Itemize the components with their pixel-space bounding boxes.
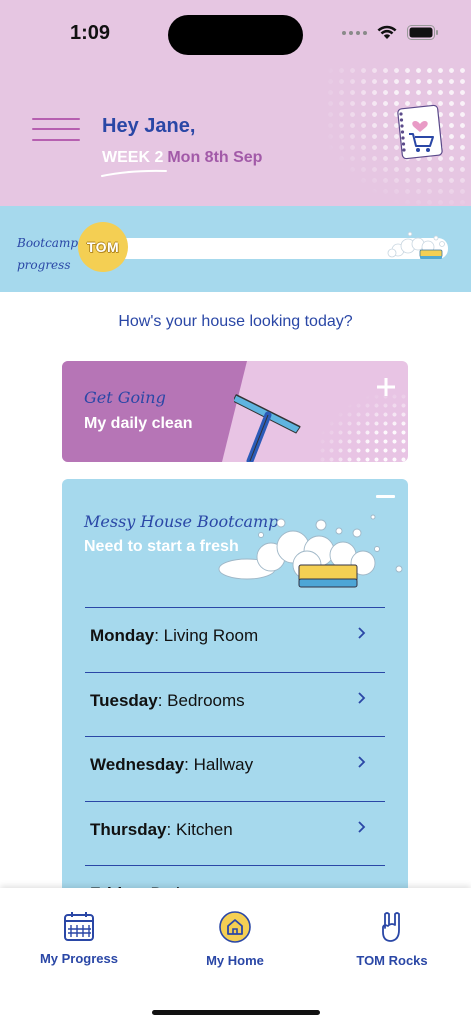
progress-label-line2: progress xyxy=(17,258,71,272)
house-question: How's your house looking today? xyxy=(118,313,353,330)
day-row-monday[interactable]: Monday: Living Room xyxy=(85,607,385,672)
day-row-wednesday[interactable]: Wednesday: Hallway xyxy=(85,736,385,801)
battery-icon xyxy=(407,25,438,40)
day-row-tuesday[interactable]: Tuesday: Bedrooms xyxy=(85,671,385,737)
progress-label-line1: Bootcamp xyxy=(17,236,79,250)
dynamic-island xyxy=(168,15,303,55)
chevron-right-icon xyxy=(358,627,366,639)
get-going-title: Get Going xyxy=(84,388,166,407)
card-dots-pattern xyxy=(318,392,408,462)
status-icons xyxy=(342,25,439,40)
get-going-subtitle: My daily clean xyxy=(84,415,193,432)
room-name: : Kitchen xyxy=(166,819,233,839)
chevron-right-icon xyxy=(358,820,366,833)
sponge-icon xyxy=(387,231,445,259)
chevron-right-icon xyxy=(358,691,366,704)
bootcamp-day-list: Monday: Living Room Tuesday: Bedrooms We… xyxy=(85,607,385,919)
home-icon xyxy=(219,911,251,943)
tom-badge-label: TOM xyxy=(86,239,120,255)
progress-label: Bootcamp progress xyxy=(17,232,78,276)
current-date: Mon 8th Sep xyxy=(167,149,263,166)
day-name: Thursday xyxy=(90,819,167,839)
status-bar: 1:09 xyxy=(0,0,471,60)
shopping-planner-icon[interactable] xyxy=(394,104,446,160)
day-name: Monday xyxy=(90,626,155,645)
tab-label: My Home xyxy=(206,953,264,968)
bootcamp-subtitle: Need to start a fresh xyxy=(84,538,239,555)
tab-tom-rocks[interactable]: TOM Rocks xyxy=(332,910,452,968)
menu-icon[interactable] xyxy=(32,116,80,146)
room-name: : Bedrooms xyxy=(157,690,245,710)
tab-label: TOM Rocks xyxy=(356,953,428,968)
tab-my-progress[interactable]: My Progress xyxy=(19,910,139,966)
home-indicator xyxy=(152,1010,320,1015)
tom-progress-marker: TOM xyxy=(78,222,128,272)
week-label: WEEK 2 xyxy=(102,149,164,166)
tab-my-home[interactable]: My Home xyxy=(175,910,295,968)
day-row-thursday[interactable]: Thursday: Kitchen xyxy=(85,800,385,866)
day-row-text: Wednesday: Hallway xyxy=(90,755,253,775)
week-date-line: WEEK 2 Mon 8th Sep xyxy=(102,149,262,167)
rock-hand-icon xyxy=(382,912,400,942)
chevron-right-icon xyxy=(358,756,366,768)
squeegee-icon xyxy=(234,394,301,462)
greeting: Hey Jane, xyxy=(102,115,196,137)
plus-icon[interactable] xyxy=(376,377,396,397)
minus-icon[interactable] xyxy=(376,495,395,498)
tab-bar: My Progress My Home TOM Rocks xyxy=(0,888,471,1024)
get-going-card[interactable]: Get Going My daily clean xyxy=(62,361,408,462)
messy-house-bootcamp-card: Messy House Bootcamp Need to start a fre… xyxy=(62,479,408,919)
header: 1:09 Hey Jane, WEEK 2 Mon 8th Sep xyxy=(0,0,471,206)
tab-label: My Progress xyxy=(39,951,119,966)
room-name: : Living Room xyxy=(154,626,259,645)
room-name: : Hallway xyxy=(184,755,254,774)
day-row-text: Tuesday: Bedrooms xyxy=(90,691,245,711)
wifi-icon xyxy=(377,25,397,39)
day-name: Tuesday xyxy=(90,690,158,710)
status-time: 1:09 xyxy=(70,22,111,44)
day-row-text: Thursday: Kitchen xyxy=(90,820,233,840)
foam-sponge-icon xyxy=(218,514,403,588)
day-row-text: Monday: Living Room xyxy=(90,626,258,646)
calendar-icon xyxy=(64,912,94,941)
day-name: Wednesday xyxy=(90,755,185,774)
underline-swoosh xyxy=(101,169,167,177)
cellular-signal-icon xyxy=(342,30,367,35)
